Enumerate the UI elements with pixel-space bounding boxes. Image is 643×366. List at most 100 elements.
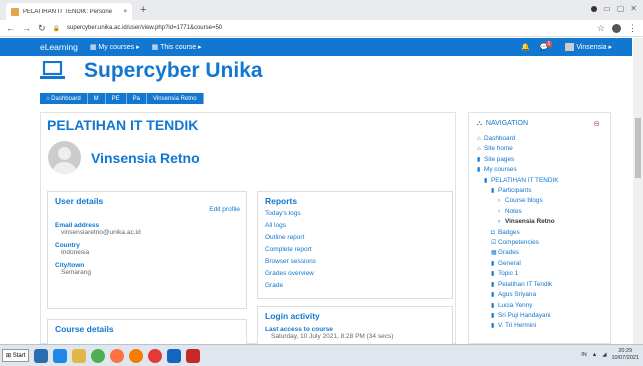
login-activity-heading: Login activity	[265, 311, 320, 321]
start-label: Start	[12, 353, 26, 359]
nav-item-label: Site home	[484, 145, 513, 153]
nav-item-label: V. Tri Hermini	[498, 322, 537, 330]
reports-card: Reports Today's logs All logs Outline repo…	[257, 191, 453, 299]
edit-profile-link[interactable]: Edit profile	[209, 206, 240, 213]
nav-item[interactable]: ▮ Sri Puji Handayani	[477, 311, 610, 321]
nav-item[interactable]: ⌂ Dashboard	[477, 134, 610, 144]
nav-item[interactable]: ▮ Lucia Yenny	[477, 301, 610, 311]
nav-item[interactable]: ▮ General	[477, 259, 610, 269]
nav-item-label: My courses	[484, 166, 517, 174]
menu-dots-icon[interactable]: ⋮	[628, 23, 637, 34]
maximize-icon[interactable]: ▢	[617, 4, 625, 13]
opera-taskbar-icon[interactable]	[148, 348, 163, 363]
nav-item[interactable]: ▮ Site pages	[477, 155, 610, 165]
this-course-label: This course ▸	[160, 44, 202, 51]
nav-item[interactable]: › Notes	[477, 207, 610, 217]
nav-item[interactable]: ▮ Agus Sriyana	[477, 290, 610, 300]
reload-icon[interactable]: ↻	[38, 23, 46, 34]
url-field[interactable]: supercyber.unika.ac.id/user/view.php?id=…	[67, 25, 590, 31]
my-courses-menu[interactable]: ▦ My courses ▸	[90, 43, 140, 51]
nav-item-label: General	[498, 259, 521, 267]
user-details-card: User details Edit profile Email address …	[47, 191, 247, 309]
nav-item[interactable]: ◘ Badges	[477, 228, 610, 238]
nav-item[interactable]: ☑ Competencies	[477, 238, 610, 248]
chrome-taskbar-icon[interactable]	[91, 348, 106, 363]
nav-item-label: Vinsensia Retno	[505, 218, 555, 226]
report-link[interactable]: Complete report	[265, 245, 452, 254]
nav-item-label: Badges	[498, 228, 520, 236]
last-access-label: Last access to course	[265, 326, 333, 333]
user-avatar	[565, 43, 575, 52]
windows-logo-icon: ⊞	[6, 353, 12, 359]
email-value[interactable]: vinsensiaretno@unika.ac.id	[61, 229, 246, 236]
nav-item[interactable]: › Course blogs	[477, 196, 610, 206]
system-tray: IN ▲ ◢ 20:29 10/07/2021	[581, 348, 639, 362]
breadcrumb-user[interactable]: Vinsensia Retno	[147, 93, 204, 104]
breadcrumb: ⌂ Dashboard M PE Pa Vinsensia Retno	[40, 93, 204, 104]
back-icon[interactable]: ←	[6, 23, 15, 33]
clock[interactable]: 20:29 10/07/2021	[611, 348, 639, 362]
nav-item-label: Lucia Yenny	[498, 301, 533, 309]
start-button[interactable]: ⊞ Start	[2, 349, 30, 362]
folder-taskbar-icon[interactable]	[72, 348, 87, 363]
nav-item-icon: ›	[498, 208, 500, 215]
nav-item-icon: ▮	[491, 302, 495, 309]
site-name[interactable]: Supercyber Unika	[84, 59, 263, 83]
page-scrollbar[interactable]	[633, 38, 643, 344]
nav-item[interactable]: ▮ Pelatihan IT Tendik	[477, 280, 610, 290]
user-avatar-large	[48, 141, 81, 174]
forward-icon[interactable]: →	[22, 23, 31, 33]
language-indicator[interactable]: IN	[581, 352, 587, 358]
report-link[interactable]: Today's logs	[265, 209, 452, 218]
nav-item[interactable]: › Vinsensia Retno	[477, 217, 610, 227]
word-taskbar-icon[interactable]	[167, 348, 182, 363]
orange-app-taskbar-icon[interactable]	[129, 348, 144, 363]
nav-item[interactable]: ▮ V. Tri Hermini	[477, 321, 610, 331]
ie-taskbar-icon[interactable]	[34, 348, 49, 363]
report-link[interactable]: Outline report	[265, 233, 452, 242]
course-title: PELATIHAN IT TENDIK	[47, 117, 199, 133]
nav-item[interactable]: ▮ My courses	[477, 165, 610, 175]
media-taskbar-icon[interactable]	[186, 348, 201, 363]
nav-item-label: Agus Sriyana	[498, 291, 537, 299]
collapse-block-icon[interactable]: ⊖	[593, 119, 600, 128]
report-link[interactable]: Grades overview	[265, 269, 452, 278]
last-access-value: Saturday, 10 July 2021, 8:28 PM (34 secs…	[271, 333, 394, 340]
nav-item[interactable]: ▮ PELATIHAN IT TENDIK	[477, 176, 610, 186]
report-link[interactable]: All logs	[265, 221, 452, 230]
notification-bell-icon[interactable]: 🔔	[521, 43, 530, 51]
this-course-menu[interactable]: ▦ This course ▸	[152, 43, 202, 51]
profile-avatar-icon[interactable]	[612, 23, 621, 33]
brand-link[interactable]: eLearning	[40, 42, 78, 52]
reports-heading: Reports	[265, 196, 298, 206]
volume-icon[interactable]: ◢	[602, 352, 606, 358]
nav-item[interactable]: ▦Grades	[477, 248, 610, 258]
breadcrumb-dashboard[interactable]: ⌂ Dashboard	[40, 93, 88, 104]
nav-item-label: Dashboard	[484, 135, 516, 142]
nav-item-icon: ⌂	[477, 146, 481, 153]
scrollbar-thumb[interactable]	[635, 118, 641, 178]
nav-item[interactable]: ▮ Topic 1	[477, 269, 610, 279]
close-window-icon[interactable]: ✕	[630, 4, 637, 13]
profile-dot-icon[interactable]	[591, 5, 598, 12]
messages-icon[interactable]: 💬1	[540, 41, 556, 51]
nav-item-icon: ▮	[491, 260, 495, 267]
breadcrumb-pa[interactable]: Pa	[126, 93, 148, 104]
network-icon[interactable]: ▲	[592, 352, 597, 358]
report-link[interactable]: Grade	[265, 281, 452, 290]
close-tab-icon[interactable]: ×	[123, 9, 127, 15]
user-menu[interactable]: Vinsensia ▸	[565, 43, 612, 52]
explorer-taskbar-icon[interactable]	[53, 348, 68, 363]
new-tab-button[interactable]: +	[140, 4, 146, 16]
login-activity-card: Login activity Last access to course Sat…	[257, 306, 453, 349]
nav-item[interactable]: ▮ Participants	[477, 186, 610, 196]
bookmark-star-icon[interactable]: ☆	[597, 23, 605, 34]
nav-item[interactable]: ⌂ Site home	[477, 144, 610, 154]
breadcrumb-pe[interactable]: PE	[105, 93, 127, 104]
breadcrumb-m[interactable]: M	[87, 93, 106, 104]
minimize-icon[interactable]: ▭	[603, 4, 611, 13]
navigation-tree: ⌂ Dashboard ⌂ Site home ▮ Site pages ▮ My cours…	[469, 134, 610, 332]
browser-tab[interactable]: PELATIHAN IT TENDIK: Persone ×	[6, 3, 132, 20]
firefox-taskbar-icon[interactable]	[110, 348, 125, 363]
report-link[interactable]: Browser sessions	[265, 257, 452, 266]
